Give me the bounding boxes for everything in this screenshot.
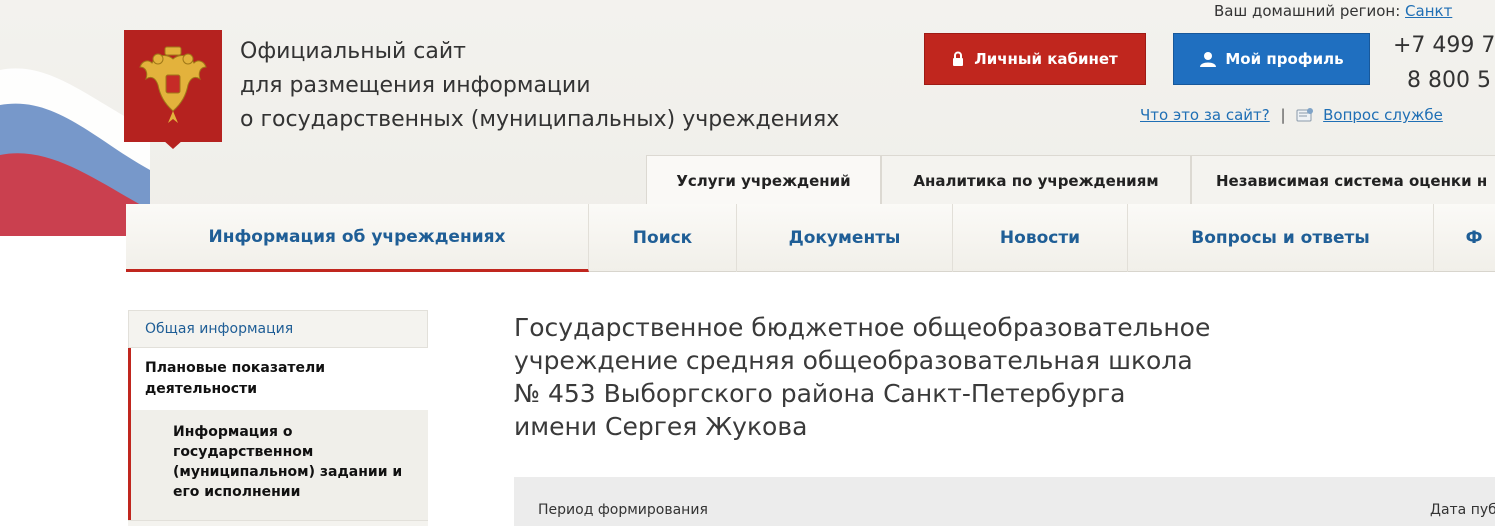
home-region: Ваш домашний регион: Санкт — [1214, 2, 1452, 20]
page: Официальный сайт для размещения информац… — [0, 0, 1495, 526]
site-title-line-2: для размещения информации — [240, 73, 591, 98]
what-is-site-link[interactable]: Что это за сайт? — [1140, 106, 1270, 124]
nav-documents[interactable]: Документы — [737, 204, 953, 272]
nav-news[interactable]: Новости — [953, 204, 1128, 272]
table-header: Период формирования Дата пуб — [514, 477, 1495, 526]
sidebar: Общая информация Плановые показатели дея… — [128, 310, 428, 526]
site-title-line-3: о государственных (муниципальных) учрежд… — [240, 107, 840, 132]
user-icon — [1200, 52, 1217, 67]
nav-search[interactable]: Поиск — [589, 204, 737, 272]
personal-cabinet-button[interactable]: Личный кабинет — [924, 33, 1146, 85]
site-title-line-1: Официальный сайт — [240, 39, 466, 64]
coat-of-arms-logo[interactable] — [124, 30, 222, 142]
column-period: Период формирования — [538, 502, 708, 518]
region-link[interactable]: Санкт — [1405, 2, 1452, 20]
header-links: Что это за сайт? | Вопрос службе — [1140, 106, 1443, 124]
sidebar-item-general-info[interactable]: Общая информация — [128, 310, 428, 348]
top-tabs: Услуги учреждений Аналитика по учреждени… — [646, 155, 1495, 205]
nav-item-more[interactable]: Ф — [1434, 204, 1495, 272]
phone-number-2: 8 800 5 — [1407, 68, 1491, 93]
my-profile-label: Мой профиль — [1225, 50, 1344, 68]
sidebar-item-state-task[interactable]: Информация о государственном (муниципаль… — [128, 410, 428, 520]
nav-faq[interactable]: Вопросы и ответы — [1128, 204, 1434, 272]
my-profile-button[interactable]: Мой профиль — [1173, 33, 1370, 85]
phone-number-1: +7 499 7 — [1393, 33, 1495, 58]
emblem-notch — [163, 140, 183, 149]
personal-cabinet-label: Личный кабинет — [974, 50, 1118, 68]
main-navigation: Информация об учреждениях Поиск Документ… — [126, 204, 1495, 272]
nav-institution-info[interactable]: Информация об учреждениях — [126, 204, 589, 272]
link-separator: | — [1280, 106, 1286, 124]
tab-institution-analytics[interactable]: Аналитика по учреждениям — [881, 155, 1191, 205]
tab-independent-evaluation[interactable]: Независимая система оценки н — [1191, 155, 1495, 205]
support-question-link[interactable]: Вопрос службе — [1323, 106, 1443, 124]
double-headed-eagle-icon — [139, 46, 207, 123]
sidebar-item-next[interactable] — [128, 520, 428, 526]
site-title: Официальный сайт для размещения информац… — [240, 35, 839, 137]
institution-title: Государственное бюджетное общеобразовате… — [514, 313, 1211, 441]
sidebar-item-plan-indicators[interactable]: Плановые показатели деятельности — [128, 348, 428, 410]
tab-institution-services[interactable]: Услуги учреждений — [646, 155, 881, 205]
region-label: Ваш домашний регион: — [1214, 2, 1401, 20]
support-question-icon — [1296, 108, 1314, 122]
column-publication-date: Дата пуб — [1430, 502, 1495, 518]
lock-icon — [953, 51, 964, 66]
